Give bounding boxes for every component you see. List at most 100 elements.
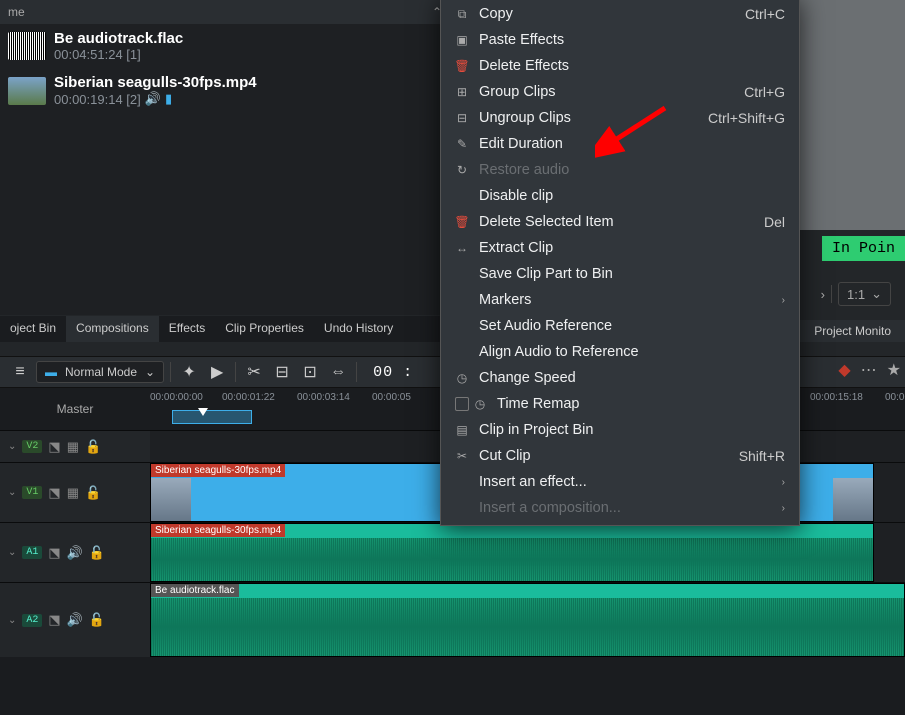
tab-compositions[interactable]: Compositions bbox=[66, 316, 159, 342]
chevron-down-icon[interactable]: ⌄ bbox=[8, 615, 16, 626]
track-badge: A2 bbox=[22, 614, 42, 627]
menu-clip-in-bin[interactable]: ▤Clip in Project Bin bbox=[441, 417, 799, 443]
master-label: Master bbox=[0, 388, 150, 430]
chevron-right-icon[interactable]: › bbox=[821, 287, 825, 302]
waveform bbox=[151, 538, 873, 581]
tab-undo-history[interactable]: Undo History bbox=[314, 316, 403, 342]
chevron-down-icon[interactable]: ⌄ bbox=[8, 547, 16, 558]
clip-label: Be audiotrack.flac bbox=[151, 584, 239, 597]
tab-effects[interactable]: Effects bbox=[159, 316, 215, 342]
chevron-right-icon: › bbox=[782, 295, 785, 306]
track-header-v1[interactable]: ⌄ V1 ⬔ ▦ 🔓 bbox=[0, 463, 150, 522]
clip-meta: 00:04:51:24 [1] bbox=[54, 47, 183, 62]
menu-markers[interactable]: Markers› bbox=[441, 287, 799, 313]
audio-thumbnail-icon bbox=[8, 32, 46, 60]
project-bin-panel: me ⌃ Be audiotrack.flac 00:04:51:24 [1] … bbox=[0, 0, 450, 315]
star-icon[interactable]: ★ bbox=[887, 360, 901, 380]
timecode-display[interactable]: 00 : bbox=[373, 364, 413, 381]
menu-cut-clip[interactable]: ✂Cut ClipShift+R bbox=[441, 443, 799, 469]
trash-icon: 🗑 bbox=[455, 215, 469, 229]
speaker-icon[interactable]: 🔊 bbox=[67, 612, 83, 628]
track-content-a1[interactable]: Siberian seagulls-30fps.mp4 bbox=[150, 523, 905, 582]
menu-time-remap[interactable]: ◷Time Remap bbox=[441, 391, 799, 417]
extract-icon: ↔ bbox=[455, 241, 469, 255]
menu-align-audio[interactable]: Align Audio to Reference bbox=[441, 339, 799, 365]
normal-mode-icon: ▬ bbox=[45, 365, 57, 379]
edit-mode-selector[interactable]: ▬ Normal Mode ⌄ bbox=[36, 361, 164, 383]
video-thumbnail-icon bbox=[8, 77, 46, 105]
clip-name: Siberian seagulls-30fps.mp4 bbox=[54, 74, 257, 91]
fit-icon[interactable]: ⇔ bbox=[326, 360, 350, 384]
panel-tabs: oject Bin Compositions Effects Clip Prop… bbox=[0, 316, 450, 342]
menu-save-clip-part[interactable]: Save Clip Part to Bin bbox=[441, 261, 799, 287]
clip-thumbnail bbox=[151, 478, 191, 521]
menu-restore-audio: ↻Restore audio bbox=[441, 157, 799, 183]
track-header-a2[interactable]: ⌄ A2 ⬔ 🔊 🔓 bbox=[0, 583, 150, 657]
lock-icon[interactable]: 🔓 bbox=[85, 485, 101, 501]
lock-icon[interactable]: 🔓 bbox=[89, 612, 105, 628]
chevron-down-icon[interactable]: ⌄ bbox=[8, 487, 16, 498]
tag-icon[interactable]: ⬔ bbox=[48, 612, 60, 628]
speedometer-icon: ◷ bbox=[455, 371, 469, 385]
playhead-icon[interactable] bbox=[198, 408, 208, 416]
timeline-clip-audio[interactable]: Siberian seagulls-30fps.mp4 bbox=[150, 523, 874, 582]
bin-header-label: me bbox=[8, 5, 25, 19]
tab-project-bin[interactable]: oject Bin bbox=[0, 316, 66, 342]
menu-disable-clip[interactable]: Disable clip bbox=[441, 183, 799, 209]
menu-set-audio-ref[interactable]: Set Audio Reference bbox=[441, 313, 799, 339]
bin-clip-item[interactable]: Be audiotrack.flac 00:04:51:24 [1] bbox=[0, 24, 450, 68]
menu-insert-composition: Insert a composition...› bbox=[441, 495, 799, 521]
chevron-right-icon: › bbox=[782, 503, 785, 514]
filmstrip-icon[interactable]: ▦ bbox=[67, 485, 79, 501]
menu-group-clips[interactable]: ⊞Group ClipsCtrl+G bbox=[441, 79, 799, 105]
timeline-clip-audio[interactable]: Be audiotrack.flac bbox=[150, 583, 905, 657]
marker-dots-icon[interactable]: ⋯ bbox=[861, 360, 877, 380]
right-toolbar: ◆ ⋯ ★ bbox=[838, 360, 901, 380]
track-badge: A1 bbox=[22, 546, 42, 559]
scissors-icon[interactable]: ✂ bbox=[242, 360, 266, 384]
track-content-a2[interactable]: Be audiotrack.flac bbox=[150, 583, 905, 657]
menu-insert-effect[interactable]: Insert an effect...› bbox=[441, 469, 799, 495]
marker-diamond-icon[interactable]: ◆ bbox=[838, 360, 850, 380]
scissors-icon: ✂ bbox=[455, 449, 469, 463]
checkbox-icon[interactable] bbox=[455, 397, 469, 411]
hamburger-icon[interactable]: ≡ bbox=[8, 360, 32, 384]
bin-icon: ▤ bbox=[455, 423, 469, 437]
context-menu: ⧉CopyCtrl+C ▣Paste Effects 🗑Delete Effec… bbox=[440, 0, 800, 526]
overwrite-icon[interactable]: ⊡ bbox=[298, 360, 322, 384]
chevron-down-icon[interactable]: ⌄ bbox=[8, 441, 16, 452]
track-header-v2[interactable]: ⌄ V2 ⬔ ▦ 🔓 bbox=[0, 431, 150, 462]
track-badge: V2 bbox=[22, 440, 42, 453]
menu-extract-clip[interactable]: ↔Extract Clip bbox=[441, 235, 799, 261]
preview-tools: › 1:1⌄ bbox=[807, 280, 905, 308]
bin-clip-item[interactable]: Siberian seagulls-30fps.mp4 00:00:19:14 … bbox=[0, 68, 450, 113]
track-header-a1[interactable]: ⌄ A1 ⬔ 🔊 🔓 bbox=[0, 523, 150, 582]
clip-meta: 00:00:19:14 [2] 🔊 ▮ bbox=[54, 91, 257, 107]
speaker-icon[interactable]: 🔊 bbox=[67, 545, 83, 561]
filmstrip-icon[interactable]: ▦ bbox=[67, 439, 79, 455]
magic-wand-icon[interactable]: ✦ bbox=[177, 360, 201, 384]
lock-icon[interactable]: 🔓 bbox=[89, 545, 105, 561]
tab-clip-properties[interactable]: Clip Properties bbox=[215, 316, 314, 342]
menu-paste-effects[interactable]: ▣Paste Effects bbox=[441, 27, 799, 53]
restore-icon: ↻ bbox=[455, 163, 469, 177]
bin-header: me ⌃ bbox=[0, 0, 450, 24]
menu-ungroup-clips[interactable]: ⊟Ungroup ClipsCtrl+Shift+G bbox=[441, 105, 799, 131]
tag-icon[interactable]: ⬔ bbox=[48, 485, 60, 501]
tab-project-monitor[interactable]: Project Monito bbox=[800, 320, 905, 342]
lock-icon[interactable]: 🔓 bbox=[85, 439, 101, 455]
paste-icon: ▣ bbox=[455, 33, 469, 47]
tag-icon[interactable]: ⬔ bbox=[48, 439, 60, 455]
play-icon[interactable]: ▶ bbox=[205, 360, 229, 384]
waveform bbox=[151, 598, 904, 656]
menu-delete-selected[interactable]: 🗑Delete Selected ItemDel bbox=[441, 209, 799, 235]
ruler-selection[interactable] bbox=[172, 410, 252, 424]
tag-icon[interactable]: ⬔ bbox=[48, 545, 60, 561]
insert-icon[interactable]: ⊟ bbox=[270, 360, 294, 384]
zoom-selector[interactable]: 1:1⌄ bbox=[838, 282, 891, 306]
menu-copy[interactable]: ⧉CopyCtrl+C bbox=[441, 1, 799, 27]
ungroup-icon: ⊟ bbox=[455, 111, 469, 125]
menu-edit-duration[interactable]: ✎Edit Duration bbox=[441, 131, 799, 157]
menu-delete-effects[interactable]: 🗑Delete Effects bbox=[441, 53, 799, 79]
menu-change-speed[interactable]: ◷Change Speed bbox=[441, 365, 799, 391]
